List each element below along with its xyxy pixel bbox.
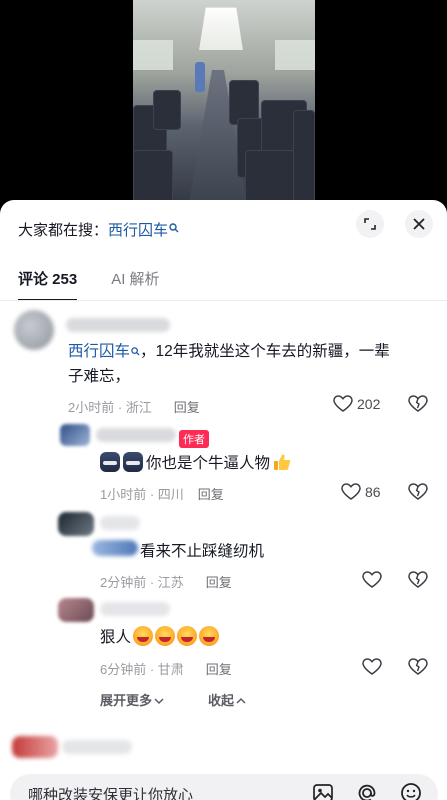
avatar[interactable] <box>58 598 94 622</box>
like-count: 202 <box>357 396 381 412</box>
reply-time-location: 6分钟前 · 甘肃 <box>100 662 184 677</box>
search-icon <box>131 347 140 359</box>
embedded-sticker <box>92 540 138 556</box>
reply-text: 狠人 <box>100 626 220 650</box>
comment-text: 西行囚车 ，12年我就坐这个车去的新疆，一辈 子难忘， <box>68 340 418 389</box>
broken-heart-icon <box>408 571 428 588</box>
reply-button[interactable]: 回复 <box>174 397 200 416</box>
search-suggestion[interactable]: 大家都在搜： 西行囚车 <box>18 218 179 240</box>
like-button[interactable]: 202 <box>333 395 380 413</box>
mention-link[interactable]: 西行囚车 <box>68 343 130 360</box>
expand-button[interactable] <box>356 210 384 238</box>
like-count: 86 <box>365 484 381 500</box>
dislike-button[interactable] <box>408 571 428 594</box>
input-actions <box>312 782 422 800</box>
right-window <box>275 40 315 70</box>
heart-icon <box>333 395 353 412</box>
collapse-button[interactable]: 收起 <box>208 690 246 709</box>
username-blurred[interactable] <box>96 428 176 442</box>
avatar[interactable] <box>12 736 58 758</box>
reply-text: 看来不止踩缝纫机 <box>140 543 265 560</box>
broken-heart-icon <box>408 483 428 500</box>
avatar[interactable] <box>58 512 94 536</box>
reply-button[interactable]: 回复 <box>206 572 232 591</box>
heart-icon <box>341 483 361 500</box>
reply-text-content: 狠人 <box>100 629 132 646</box>
video-frame <box>133 0 315 210</box>
username-blurred[interactable] <box>66 318 170 332</box>
close-button[interactable] <box>405 210 433 238</box>
laughing-emoji-icon <box>177 626 198 646</box>
author-badge: 作者 <box>179 430 209 448</box>
avatar[interactable] <box>60 424 90 446</box>
close-icon <box>413 218 425 230</box>
mention-at-icon[interactable] <box>356 782 378 800</box>
avatar[interactable] <box>14 310 54 350</box>
reply-button[interactable]: 回复 <box>198 484 224 503</box>
seat <box>153 90 181 130</box>
image-icon[interactable] <box>312 782 334 800</box>
search-prefix: 大家都在搜： <box>18 221 109 239</box>
comment-meta: 2小时前 · 浙江 回复 <box>68 397 200 416</box>
search-term-link[interactable]: 西行囚车 <box>108 219 168 240</box>
tabs-divider <box>0 300 447 301</box>
expand-more-button[interactable]: 展开更多 <box>100 690 164 709</box>
laughing-emoji-icon <box>199 626 220 646</box>
reply-time-location: 2分钟前 · 江苏 <box>100 575 184 590</box>
left-window <box>133 40 173 70</box>
broken-heart-icon <box>408 658 428 675</box>
reply-text-content: 你也是个牛逼人物 <box>146 455 271 472</box>
collapse-label: 收起 <box>208 693 235 708</box>
comment-text-line1: ，12年我就坐这个车去的新疆，一辈 <box>140 343 390 360</box>
comment-time-location: 2小时前 · 浙江 <box>68 400 152 415</box>
reply-meta: 2分钟前 · 江苏 回复 <box>100 572 232 591</box>
dislike-button[interactable] <box>408 395 428 418</box>
comment-input-bar[interactable]: 哪种改装安保更让你放心 <box>10 774 438 800</box>
like-button[interactable] <box>362 658 382 681</box>
reply-time-location: 1小时前 · 四川 <box>100 487 184 502</box>
comment-tabs: 评论 253 AI 解析 <box>18 268 160 301</box>
chevron-up-icon <box>236 697 246 704</box>
tab-comments[interactable]: 评论 253 <box>18 268 78 301</box>
reply-meta: 6分钟前 · 甘肃 回复 <box>100 659 232 678</box>
comment-text-line2: 子难忘， <box>68 368 131 385</box>
cat-emoji-icon <box>100 452 120 472</box>
heart-icon <box>362 658 382 675</box>
ceiling-light <box>199 7 243 50</box>
thread-actions: 展开更多 收起 <box>100 690 246 709</box>
emoji-icon[interactable] <box>400 782 422 800</box>
reply-text: 你也是个牛逼人物 <box>100 452 291 476</box>
reply-button[interactable]: 回复 <box>206 659 232 678</box>
video-player[interactable] <box>0 0 447 210</box>
heart-icon <box>362 571 382 588</box>
chevron-down-icon <box>154 698 164 705</box>
reply-meta: 1小时前 · 四川 回复 <box>100 484 224 503</box>
tab-ai-analysis[interactable]: AI 解析 <box>111 268 159 299</box>
thumbs-up-icon <box>274 454 291 470</box>
seat <box>293 110 315 210</box>
dislike-button[interactable] <box>408 483 428 506</box>
comment-sheet: 大家都在搜： 西行囚车 评论 253 AI 解析 西行囚车 ，12年我就坐这个车去… <box>0 200 447 800</box>
username-blurred[interactable] <box>100 602 170 616</box>
search-icon <box>169 222 179 236</box>
comment-input[interactable]: 哪种改装安保更让你放心 <box>28 784 193 800</box>
dislike-button[interactable] <box>408 658 428 681</box>
username-blurred[interactable] <box>100 516 140 530</box>
like-button[interactable]: 86 <box>341 483 381 501</box>
username-blurred[interactable] <box>62 740 132 754</box>
passenger-figure <box>195 62 205 92</box>
laughing-emoji-icon <box>155 626 176 646</box>
laughing-emoji-icon <box>133 626 154 646</box>
cat-emoji-icon <box>123 452 143 472</box>
broken-heart-icon <box>408 395 428 412</box>
expand-more-label: 展开更多 <box>100 693 153 708</box>
expand-icon <box>364 218 376 230</box>
like-button[interactable] <box>362 571 382 594</box>
